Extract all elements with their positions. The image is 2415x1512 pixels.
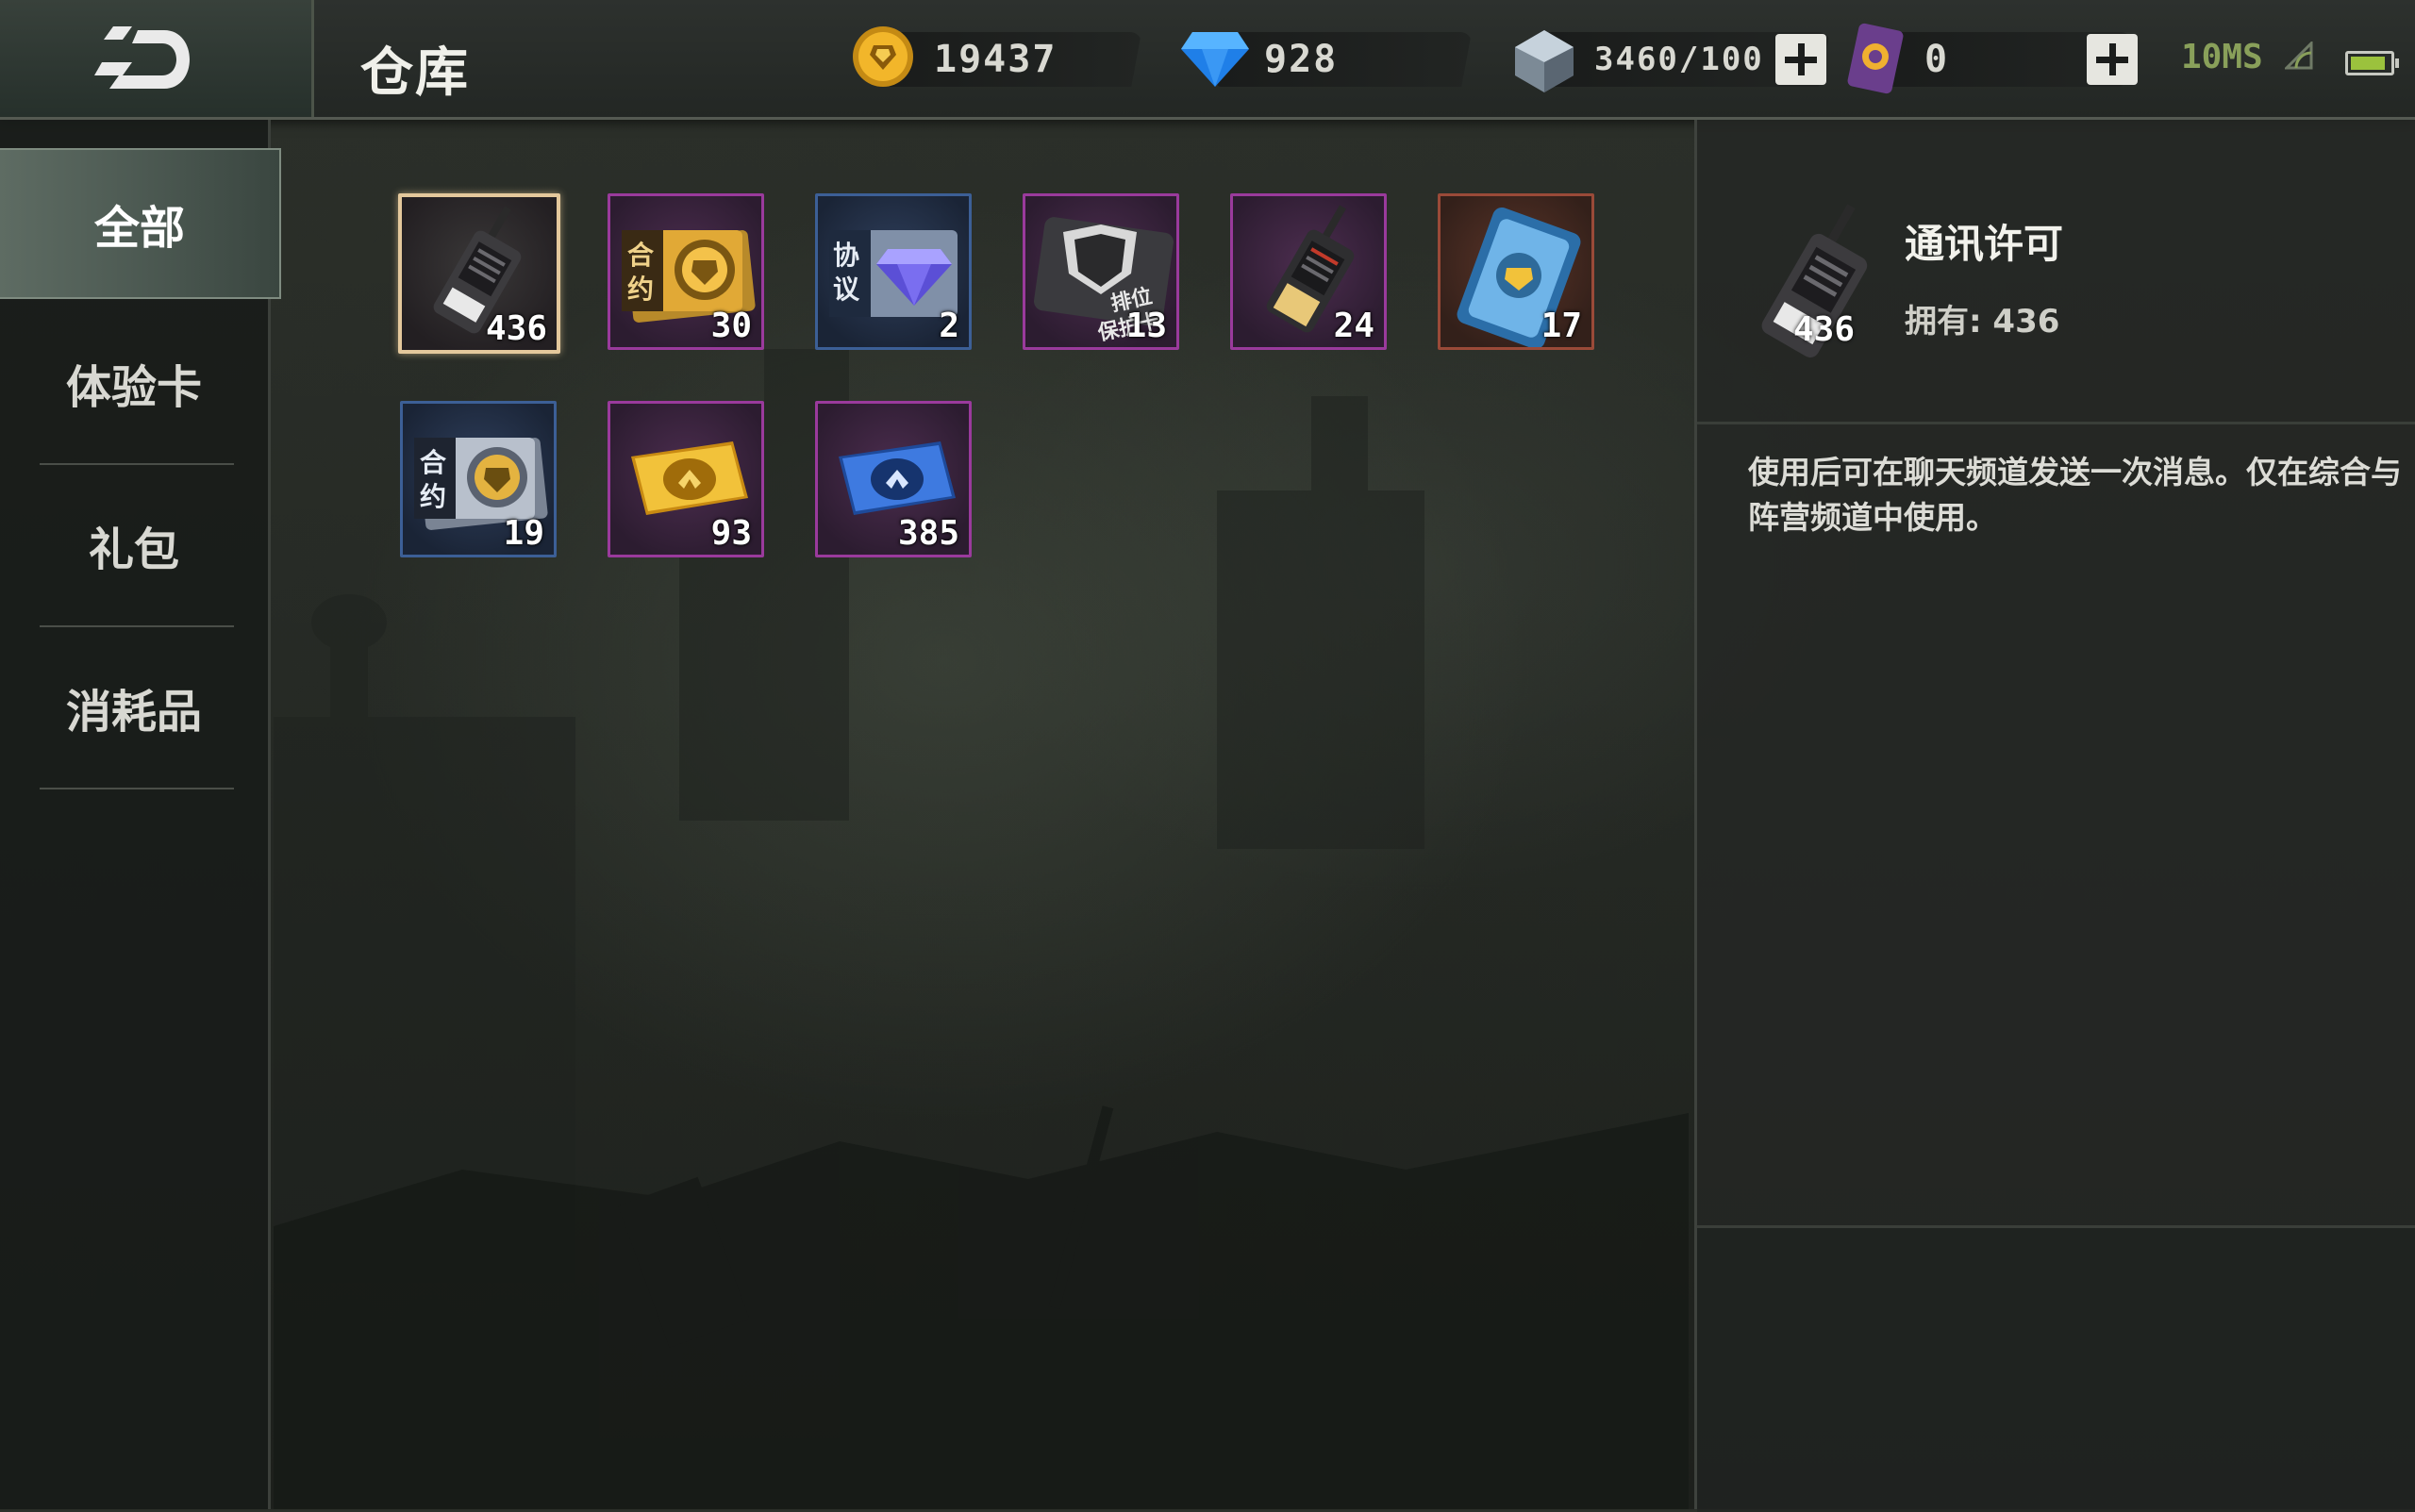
tab-consumables-label: 消耗品 [65, 686, 202, 739]
detail-owned-count: 拥有: 436 [1905, 303, 2060, 341]
walkie-talkie-icon [1761, 204, 1868, 357]
svg-text:约: 约 [420, 481, 446, 512]
item-count: 24 [1333, 307, 1374, 345]
crystal-value: 3460/100 [1594, 41, 1764, 78]
item-slot-contract-gold[interactable]: 合 约 30 [608, 193, 764, 350]
add-card-button[interactable] [2087, 34, 2138, 85]
tab-trial-card-label: 体验卡 [65, 361, 202, 414]
back-button[interactable] [0, 0, 314, 117]
item-count: 17 [1541, 307, 1582, 345]
detail-description: 使用后可在聊天频道发送一次消息。仅在综合与阵营频道中使用。 [1748, 454, 2402, 536]
detail-footer [1697, 1225, 2415, 1512]
page-title: 仓库 [360, 42, 470, 104]
detail-count: 436 [1793, 310, 1856, 349]
ping-readout: 10MS [2181, 38, 2263, 76]
item-detail-panel: 436 通讯许可 拥有: 436 使用后可在聊天频道发送一次消息。仅在综合与阵营… [1694, 120, 2415, 1512]
crystal-icon [1515, 30, 1574, 92]
tab-gift-pack-label: 礼包 [88, 523, 179, 576]
svg-text:协: 协 [833, 240, 859, 271]
add-crystal-button[interactable] [1775, 34, 1826, 85]
item-slot-gold-ticket[interactable]: 93 [608, 401, 764, 557]
blue-diamond-icon [1181, 32, 1249, 87]
item-count: 13 [1125, 307, 1167, 345]
item-count: 436 [485, 309, 547, 348]
tab-divider [40, 788, 234, 789]
battery-icon [2345, 51, 2399, 75]
purple-card-icon [1847, 23, 1904, 94]
item-count: 30 [710, 307, 752, 345]
detail-item-name: 通讯许可 [1905, 221, 2064, 267]
top-bar: 仓库 19437 928 3460/100 0 10MS [0, 0, 2415, 120]
diamond-value: 928 [1264, 38, 1339, 81]
category-sidebar: 全部 体验卡 礼包 消耗品 [0, 120, 281, 1509]
svg-text:合: 合 [627, 240, 655, 271]
detail-header: 436 通讯许可 拥有: 436 [1697, 120, 2415, 424]
svg-text:议: 议 [833, 274, 860, 305]
item-slot-blue-ticket[interactable]: 385 [815, 401, 972, 557]
tab-all[interactable]: 全部 [0, 148, 281, 299]
item-count: 93 [710, 514, 752, 553]
tab-all-label: 全部 [93, 202, 185, 255]
item-count: 385 [897, 514, 959, 553]
svg-text:合: 合 [420, 447, 447, 478]
item-slot-walkie-talkie-gold[interactable]: 24 [1230, 193, 1387, 350]
svg-text:约: 约 [627, 274, 654, 305]
diamond-currency: 928 [1217, 32, 1472, 87]
item-count: 2 [939, 307, 959, 345]
gold-value: 19437 [934, 38, 1058, 81]
tab-consumables[interactable]: 消耗品 [0, 627, 268, 788]
tab-gift-pack[interactable]: 礼包 [0, 465, 268, 625]
tab-trial-card[interactable]: 体验卡 [0, 303, 268, 463]
back-arrow-icon [94, 26, 190, 89]
card-value: 0 [1924, 38, 1950, 81]
item-count: 19 [503, 514, 544, 553]
gold-coin-icon [853, 26, 913, 87]
gold-currency: 19437 [887, 32, 1141, 87]
item-slot-agreement-diamond[interactable]: 协 议 2 [815, 193, 972, 350]
item-slot-walkie-talkie[interactable]: 436 [398, 193, 560, 354]
item-slot-contract-silver[interactable]: 合 约 19 [400, 401, 557, 557]
item-slot-rank-protect-card[interactable]: 排位 保护卡 13 [1023, 193, 1179, 350]
signal-icon [2285, 42, 2313, 70]
item-slot-chip-card[interactable]: 17 [1438, 193, 1594, 350]
